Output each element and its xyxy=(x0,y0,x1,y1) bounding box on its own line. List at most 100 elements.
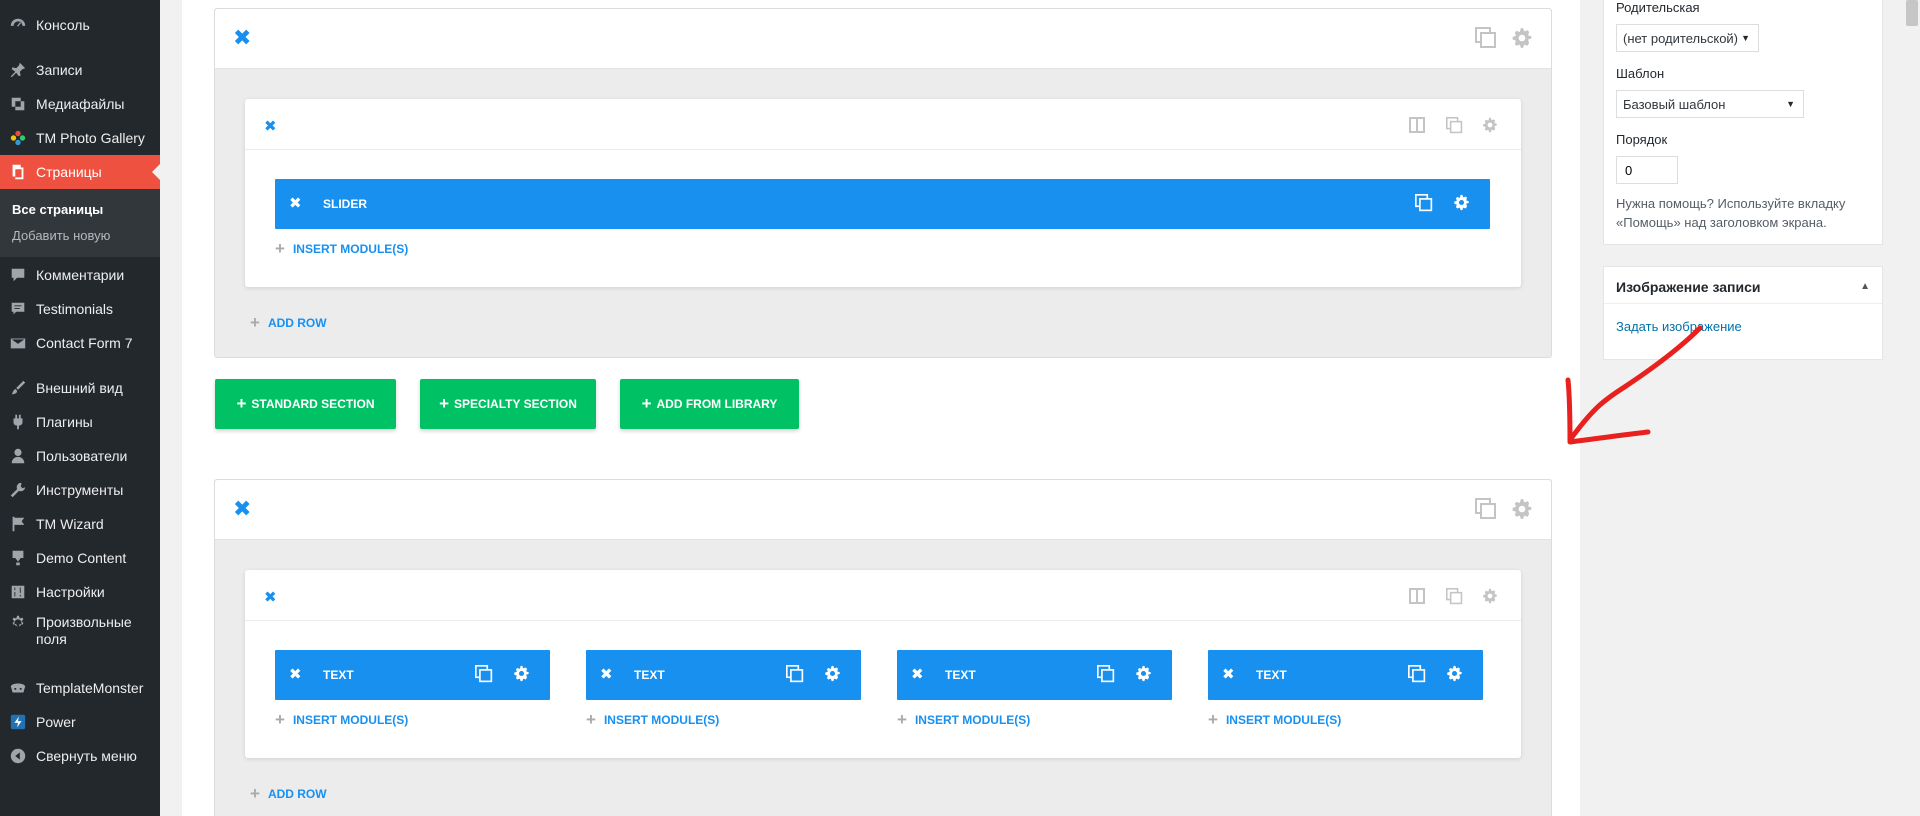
specialty-section-label: SPECIALTY SECTION xyxy=(454,397,577,411)
template-select[interactable]: Базовый шаблон ▼ xyxy=(1616,90,1804,118)
order-input[interactable] xyxy=(1616,156,1678,184)
add-row-link[interactable]: + ADD ROW xyxy=(250,785,327,802)
menu-posts[interactable]: Записи xyxy=(0,53,160,87)
delete-section-icon[interactable]: ✖ xyxy=(233,496,251,522)
duplicate-module-icon[interactable] xyxy=(1408,665,1426,683)
duplicate-row-icon[interactable] xyxy=(1446,117,1463,134)
delete-module-icon[interactable]: ✖ xyxy=(911,666,924,684)
module-settings-gear-icon[interactable] xyxy=(1453,194,1470,211)
collapse-toggle-icon[interactable]: ▲ xyxy=(1860,281,1870,292)
module-settings-gear-icon[interactable] xyxy=(824,665,841,682)
text-module[interactable]: ✖ TEXT xyxy=(275,650,550,700)
delete-module-icon[interactable]: ✖ xyxy=(289,666,302,684)
insert-module-link[interactable]: + INSERT MODULE(S) xyxy=(275,240,408,257)
duplicate-module-icon[interactable] xyxy=(475,665,493,683)
menu-settings[interactable]: Настройки xyxy=(0,575,160,609)
row-settings-gear-icon[interactable] xyxy=(1482,588,1498,604)
admin-sidebar: Консоль Записи Медиафайлы TM Photo Galle… xyxy=(0,0,160,816)
menu-tools[interactable]: Инструменты xyxy=(0,473,160,507)
menu-plugins[interactable]: Плагины xyxy=(0,405,160,439)
menu-contact-form[interactable]: Contact Form 7 xyxy=(0,326,160,360)
delete-module-icon[interactable]: ✖ xyxy=(600,666,613,684)
module-title: TEXT xyxy=(1256,668,1287,682)
menu-custom-fields[interactable]: Произвольные поля xyxy=(0,614,160,654)
duplicate-row-icon[interactable] xyxy=(1446,588,1463,605)
menu-pages[interactable]: Страницы xyxy=(0,155,160,189)
specialty-section-button[interactable]: + SPECIALTY SECTION xyxy=(420,379,596,429)
add-from-library-button[interactable]: + ADD FROM LIBRARY xyxy=(620,379,799,429)
row-header: ✖ xyxy=(245,99,1521,150)
insert-module-link[interactable]: + INSERT MODULE(S) xyxy=(1208,710,1341,729)
order-label: Порядок xyxy=(1616,132,1668,147)
menu-contact-form-label: Contact Form 7 xyxy=(36,334,133,351)
module-settings-gear-icon[interactable] xyxy=(1135,665,1152,682)
delete-section-icon[interactable]: ✖ xyxy=(233,25,251,51)
menu-demo-content[interactable]: Demo Content xyxy=(0,541,160,575)
menu-console[interactable]: Консоль xyxy=(0,8,160,42)
add-row-link[interactable]: + ADD ROW xyxy=(250,314,327,331)
help-text: Нужна помощь? Используйте вкладку «Помощ… xyxy=(1616,196,1846,230)
insert-module-label: INSERT MODULE(S) xyxy=(292,713,409,727)
insert-module-link[interactable]: + INSERT MODULE(S) xyxy=(275,711,409,728)
standard-section-button[interactable]: + STANDARD SECTION xyxy=(215,379,396,429)
duplicate-module-icon[interactable] xyxy=(1097,665,1115,683)
submenu-add-new[interactable]: Добавить новую xyxy=(12,228,110,243)
settings-sliders-icon xyxy=(0,583,36,601)
column-layout-icon[interactable] xyxy=(1409,588,1425,604)
column-layout-icon[interactable] xyxy=(1409,117,1425,133)
text-module[interactable]: ✖ TEXT xyxy=(897,650,1172,700)
set-featured-image-link[interactable]: Задать изображение xyxy=(1616,319,1742,334)
duplicate-section-icon[interactable] xyxy=(1475,27,1497,49)
text-module[interactable]: ✖ TEXT xyxy=(1208,650,1483,700)
divider xyxy=(1604,303,1882,304)
user-icon xyxy=(0,447,36,465)
pin-icon xyxy=(0,61,36,79)
menu-settings-label: Настройки xyxy=(36,583,105,600)
plugin-icon xyxy=(0,413,36,431)
row-settings-gear-icon[interactable] xyxy=(1482,117,1498,133)
plus-icon: + xyxy=(586,710,596,729)
menu-demo-content-label: Demo Content xyxy=(36,549,127,566)
insert-module-link[interactable]: + INSERT MODULE(S) xyxy=(897,710,1030,729)
gear-icon xyxy=(0,614,36,632)
plus-icon: + xyxy=(236,394,247,413)
parent-select[interactable]: (нет родительской) ▼ xyxy=(1616,24,1759,52)
menu-users[interactable]: Пользователи xyxy=(0,439,160,473)
duplicate-module-icon[interactable] xyxy=(1415,194,1433,212)
delete-module-icon[interactable]: ✖ xyxy=(289,195,302,213)
menu-tm-photo-gallery[interactable]: TM Photo Gallery xyxy=(0,121,160,155)
delete-row-icon[interactable]: ✖ xyxy=(264,588,277,606)
module-settings-gear-icon[interactable] xyxy=(1446,665,1463,682)
menu-plugins-label: Плагины xyxy=(36,413,93,430)
menu-templatemonster[interactable]: TemplateMonster xyxy=(0,671,160,705)
delete-row-icon[interactable]: ✖ xyxy=(264,117,277,135)
duplicate-module-icon[interactable] xyxy=(786,665,804,683)
plus-icon: + xyxy=(1208,710,1218,729)
menu-tm-wizard[interactable]: TM Wizard xyxy=(0,507,160,541)
menu-appearance[interactable]: Внешний вид xyxy=(0,371,160,405)
menu-testimonials-label: Testimonials xyxy=(36,300,114,317)
slider-module[interactable]: ✖ SLIDER xyxy=(275,179,1490,229)
duplicate-section-icon[interactable] xyxy=(1475,498,1497,520)
menu-comments[interactable]: Комментарии xyxy=(0,258,160,292)
menu-tm-wizard-label: TM Wizard xyxy=(36,515,104,532)
menu-media[interactable]: Медиафайлы xyxy=(0,87,160,121)
scrollbar-thumb[interactable] xyxy=(1906,0,1918,26)
add-row-label: ADD ROW xyxy=(267,316,327,330)
menu-testimonials[interactable]: Testimonials xyxy=(0,292,160,326)
section-settings-gear-icon[interactable] xyxy=(1511,27,1533,49)
submenu-all-pages[interactable]: Все страницы xyxy=(12,202,103,217)
plus-icon: + xyxy=(897,710,907,729)
menu-power[interactable]: Power xyxy=(0,705,160,739)
menu-collapse[interactable]: Свернуть меню xyxy=(0,739,160,773)
insert-module-link[interactable]: + INSERT MODULE(S) xyxy=(586,710,720,729)
menu-users-label: Пользователи xyxy=(36,447,128,464)
section-settings-gear-icon[interactable] xyxy=(1511,498,1533,520)
wrench-icon xyxy=(0,481,36,499)
menu-power-label: Power xyxy=(36,713,76,730)
module-settings-gear-icon[interactable] xyxy=(513,665,530,682)
text-module[interactable]: ✖ TEXT xyxy=(586,650,861,700)
download-icon xyxy=(0,549,36,567)
insert-module-label: INSERT MODULE(S) xyxy=(603,713,720,727)
delete-module-icon[interactable]: ✖ xyxy=(1222,666,1235,684)
